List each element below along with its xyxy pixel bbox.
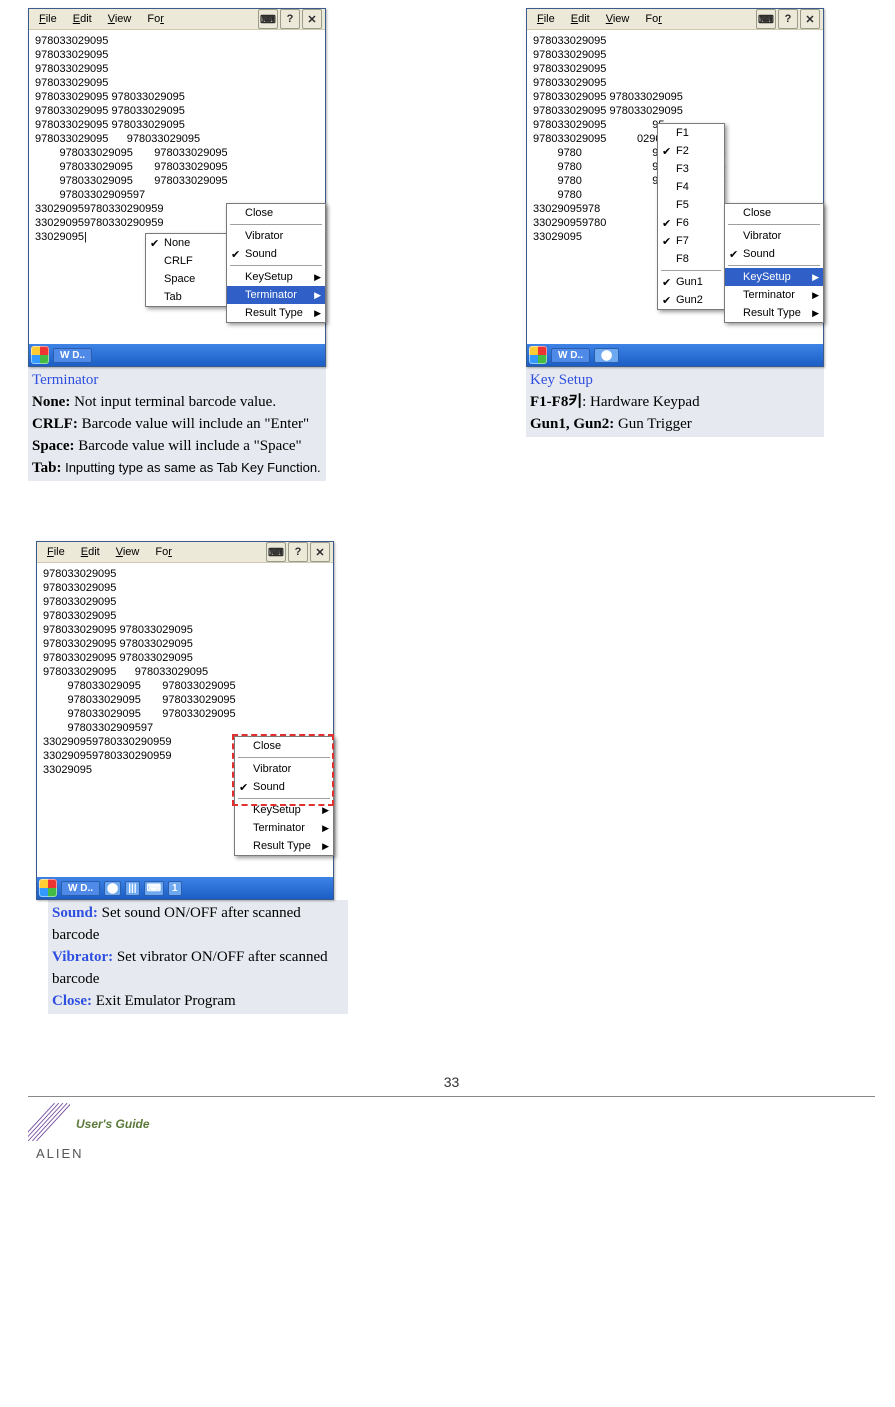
- tray-icon[interactable]: ⬤: [104, 881, 121, 896]
- menu-item-sound[interactable]: ✔Sound: [235, 778, 333, 796]
- menu-view[interactable]: View: [598, 11, 638, 27]
- sip-icon[interactable]: ⌨: [756, 9, 776, 29]
- menu-item-f4[interactable]: F4: [658, 178, 724, 196]
- sip-icon[interactable]: ⌨: [266, 542, 286, 562]
- barcode-icon[interactable]: |||: [125, 881, 139, 896]
- menu-item-f8[interactable]: F8: [658, 250, 724, 268]
- popup-main[interactable]: Close Vibrator✔Sound KeySetup▶Terminator▶R…: [724, 203, 824, 323]
- task-item[interactable]: W D..: [53, 348, 92, 363]
- window-sound: File Edit View For ⌨ ? ✕ 978033029095978…: [36, 541, 334, 900]
- menu-item-keysetup[interactable]: KeySetup▶: [235, 801, 333, 819]
- sip-icon[interactable]: ⌨: [258, 9, 278, 29]
- task-item[interactable]: W D..: [61, 881, 100, 896]
- window-keysetup: File Edit View For ⌨ ? ✕ 978033029095978…: [526, 8, 824, 367]
- close-icon[interactable]: ✕: [302, 9, 322, 29]
- sip-icon[interactable]: ⌨: [144, 881, 164, 896]
- menu-item-close[interactable]: Close: [227, 204, 325, 222]
- menu-item-result type[interactable]: Result Type▶: [235, 837, 333, 855]
- menu-item-result type[interactable]: Result Type▶: [227, 304, 325, 322]
- help-icon[interactable]: ?: [778, 9, 798, 29]
- taskbar: W D..: [29, 344, 325, 366]
- alien-label: ALIEN: [36, 1146, 875, 1161]
- menu-file[interactable]: File: [31, 11, 65, 27]
- alien-logo-icon: [28, 1101, 70, 1146]
- start-icon[interactable]: [529, 346, 547, 364]
- menu-item-crlf[interactable]: CRLF: [146, 252, 226, 270]
- menu-item-terminator[interactable]: Terminator▶: [725, 286, 823, 304]
- menu-item-f7[interactable]: ✔F7: [658, 232, 724, 250]
- tray-one-icon[interactable]: 1: [168, 881, 182, 896]
- menu-item-f3[interactable]: F3: [658, 160, 724, 178]
- tray-icon[interactable]: ⬤: [594, 348, 619, 363]
- menu-item-none[interactable]: ✔None: [146, 234, 226, 252]
- menu-item-vibrator[interactable]: Vibrator: [725, 227, 823, 245]
- taskbar: W D.. ⬤: [527, 344, 823, 366]
- menu-item-f6[interactable]: ✔F6: [658, 214, 724, 232]
- menu-item-keysetup[interactable]: KeySetup▶: [227, 268, 325, 286]
- popup-terminator[interactable]: ✔NoneCRLFSpaceTab: [145, 233, 227, 307]
- popup-main[interactable]: Close Vibrator✔Sound KeySetup▶Terminator▶R…: [234, 736, 334, 856]
- caption-keysetup: Key Setup F1-F8키: Hardware KeypadGun1, G…: [526, 367, 824, 437]
- menubar: File Edit View For ⌨ ? ✕: [37, 542, 333, 563]
- window-terminator: File Edit View For ⌨ ? ✕ 978033029095978…: [28, 8, 326, 367]
- menu-item-vibrator[interactable]: Vibrator: [227, 227, 325, 245]
- caption-terminator: Terminator None: Not input terminal barc…: [28, 367, 326, 481]
- menu-item-result type[interactable]: Result Type▶: [725, 304, 823, 322]
- help-icon[interactable]: ?: [288, 542, 308, 562]
- menu-for[interactable]: For: [637, 11, 670, 27]
- menu-edit[interactable]: Edit: [563, 11, 598, 27]
- menu-item-sound[interactable]: ✔Sound: [227, 245, 325, 263]
- menu-item-space[interactable]: Space: [146, 270, 226, 288]
- page-footer: 33 User's Guide ALIEN: [28, 1074, 875, 1161]
- menu-item-f2[interactable]: ✔F2: [658, 142, 724, 160]
- menubar: File Edit View For ⌨ ? ✕: [527, 9, 823, 30]
- close-icon[interactable]: ✕: [800, 9, 820, 29]
- caption-sound: Sound: Set sound ON/OFF after scanned ba…: [48, 900, 348, 1014]
- menu-item-tab[interactable]: Tab: [146, 288, 226, 306]
- menu-view[interactable]: View: [108, 544, 148, 560]
- menu-item-sound[interactable]: ✔Sound: [725, 245, 823, 263]
- menu-item-terminator[interactable]: Terminator▶: [235, 819, 333, 837]
- menu-item-close[interactable]: Close: [235, 737, 333, 755]
- task-item[interactable]: W D..: [551, 348, 590, 363]
- popup-main[interactable]: Close Vibrator✔Sound KeySetup▶Terminator▶R…: [226, 203, 326, 323]
- menu-view[interactable]: View: [100, 11, 140, 27]
- menu-for[interactable]: For: [147, 544, 180, 560]
- popup-keysetup[interactable]: F1✔F2F3F4F5✔F6✔F7F8 ✔Gun1✔Gun2: [657, 123, 725, 310]
- menu-item-keysetup[interactable]: KeySetup▶: [725, 268, 823, 286]
- menu-item-f5[interactable]: F5: [658, 196, 724, 214]
- menu-item-vibrator[interactable]: Vibrator: [235, 760, 333, 778]
- menu-for[interactable]: For: [139, 11, 172, 27]
- page-number: 33: [28, 1074, 875, 1090]
- users-guide-label: User's Guide: [76, 1117, 150, 1131]
- menubar: File Edit View For ⌨ ? ✕: [29, 9, 325, 30]
- start-icon[interactable]: [39, 879, 57, 897]
- menu-item-close[interactable]: Close: [725, 204, 823, 222]
- menu-edit[interactable]: Edit: [65, 11, 100, 27]
- start-icon[interactable]: [31, 346, 49, 364]
- menu-item-gun1[interactable]: ✔Gun1: [658, 273, 724, 291]
- menu-file[interactable]: File: [529, 11, 563, 27]
- taskbar: W D.. ⬤ ||| ⌨ 1: [37, 877, 333, 899]
- menu-item-terminator[interactable]: Terminator▶: [227, 286, 325, 304]
- close-icon[interactable]: ✕: [310, 542, 330, 562]
- menu-file[interactable]: File: [39, 544, 73, 560]
- menu-item-f1[interactable]: F1: [658, 124, 724, 142]
- menu-edit[interactable]: Edit: [73, 544, 108, 560]
- help-icon[interactable]: ?: [280, 9, 300, 29]
- menu-item-gun2[interactable]: ✔Gun2: [658, 291, 724, 309]
